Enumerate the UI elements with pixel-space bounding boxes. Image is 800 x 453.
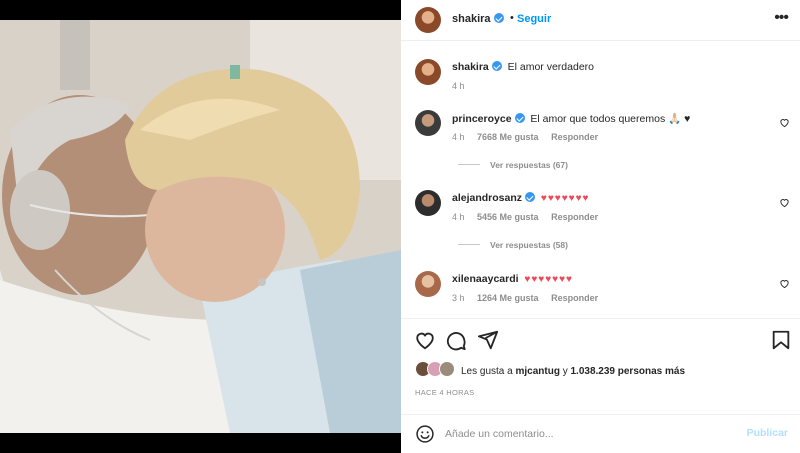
comment-item: princeroyce El amor que todos queremos 🙏… [401,110,800,170]
post-header: shakira • Seguir ••• [401,0,800,41]
reply-button[interactable]: Responder [551,132,598,142]
heart-icon[interactable] [779,117,790,128]
commenter-avatar[interactable] [415,110,441,136]
comment-meta: 4 h 7668 Me gusta Responder [452,132,608,142]
follow-button[interactable]: Seguir [517,13,551,25]
post-sidebar: shakira • Seguir ••• shakira El amor ver… [401,0,800,453]
likes-summary: Les gusta a mjcantug y 1.038.239 persona… [401,361,800,381]
publish-button[interactable]: Publicar [747,427,788,439]
commenter-avatar[interactable] [415,190,441,216]
post-photo[interactable] [0,20,401,433]
reply-button[interactable]: Responder [551,212,598,222]
comment-likes[interactable]: 1264 Me gusta [477,293,539,303]
comment-item: xilenaaycardi ♥♥♥♥♥♥♥ 3 h 1264 Me gusta … [401,271,800,311]
comment-text-row: alejandrosanz ♥♥♥♥♥♥♥ [452,192,589,204]
view-replies[interactable]: Ver respuestas (58) [458,240,568,250]
author-username[interactable]: shakira [452,13,504,25]
heart-icon[interactable] [779,278,790,289]
author-username-text[interactable]: shakira [452,13,491,25]
comment-time: 4 h [452,132,465,142]
comment-meta: 3 h 1264 Me gusta Responder [452,293,608,303]
caption-avatar[interactable] [415,59,441,85]
comment-input[interactable] [445,425,725,443]
comment-text: El amor que todos queremos 🙏🏻 ♥ [530,113,691,125]
comment-text: ♥♥♥♥♥♥♥ [540,193,590,204]
post-timestamp[interactable]: HACE 4 HORAS [415,388,474,397]
caption-text: El amor verdadero [507,61,594,73]
action-bar [401,318,800,360]
heart-icon[interactable] [414,329,436,351]
verified-icon [525,192,536,202]
comment-icon[interactable] [445,329,467,351]
commenter-avatar[interactable] [415,271,441,297]
replies-line [458,164,480,165]
comment-text-row: princeroyce El amor que todos queremos 🙏… [452,112,690,125]
likes-text: Les gusta a mjcantug y 1.038.239 persona… [461,366,685,377]
replies-line [458,244,480,245]
comment-likes[interactable]: 5456 Me gusta [477,212,539,222]
photo-illustration [0,20,401,433]
more-icon[interactable]: ••• [774,9,789,27]
comment-likes[interactable]: 7668 Me gusta [477,132,539,142]
comment-time: 3 h [452,293,465,303]
comment-meta: 4 h 5456 Me gusta Responder [452,212,608,222]
comment-author[interactable]: alejandrosanz [452,192,522,204]
verified-icon [491,61,502,71]
liker-avatar[interactable] [439,361,455,377]
caption-meta: 4 h [452,81,475,91]
author-avatar[interactable] [415,7,441,33]
caption: shakira El amor verdadero 4 h [401,59,800,99]
likes-middle: y [559,366,571,377]
view-replies[interactable]: Ver respuestas (67) [458,160,568,170]
bookmark-icon[interactable] [770,329,792,351]
add-comment-bar: Publicar [401,414,800,453]
comment-text-row: xilenaaycardi ♥♥♥♥♥♥♥ [452,273,573,285]
view-replies-label[interactable]: Ver respuestas (67) [490,160,568,170]
likes-prefix: Les gusta a [461,366,516,377]
comment-author[interactable]: princeroyce [452,113,512,125]
view-replies-label[interactable]: Ver respuestas (58) [490,240,568,250]
likes-user[interactable]: mjcantug [515,366,559,377]
emoji-icon[interactable] [415,424,435,444]
comment-text: ♥♥♥♥♥♥♥ [524,274,573,285]
comment-time: 4 h [452,212,465,222]
share-icon[interactable] [477,329,499,351]
comment-item: alejandrosanz ♥♥♥♥♥♥♥ 4 h 5456 Me gusta … [401,190,800,250]
verified-icon [493,13,504,23]
reply-button[interactable]: Responder [551,293,598,303]
comment-author[interactable]: xilenaaycardi [452,273,519,285]
post-media [0,0,401,453]
caption-text-row: shakira El amor verdadero [452,61,594,73]
caption-author[interactable]: shakira [452,61,489,73]
verified-icon [514,113,525,123]
heart-icon[interactable] [779,197,790,208]
caption-time: 4 h [452,81,465,91]
likes-count[interactable]: 1.038.239 personas más [571,366,686,377]
header-separator: • [510,12,514,24]
